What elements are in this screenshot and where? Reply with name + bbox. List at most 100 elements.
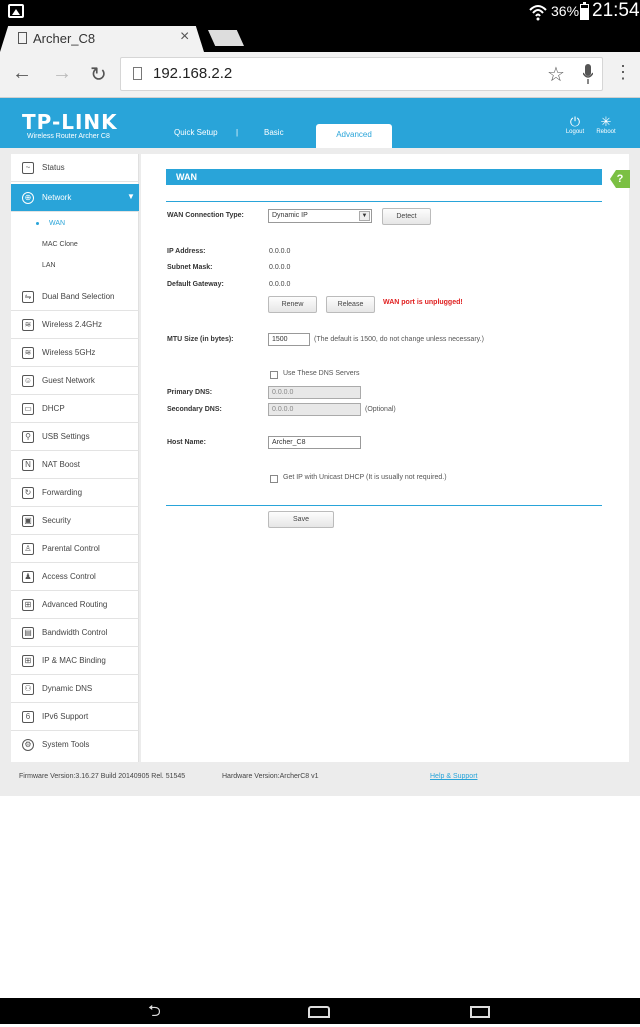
sidebar-item-parental-control[interactable]: ♙ Parental Control bbox=[11, 535, 139, 563]
forward-arrow-icon[interactable]: → bbox=[52, 62, 72, 85]
host-name-label: Host Name: bbox=[167, 439, 206, 446]
ip-address-label: IP Address: bbox=[167, 248, 206, 255]
sidebar-item-nat-boost[interactable]: N NAT Boost bbox=[11, 451, 139, 479]
android-status-bar: 36% 21:54 bbox=[0, 0, 640, 24]
close-tab-icon[interactable]: × bbox=[180, 28, 189, 46]
back-icon[interactable]: ⮌ bbox=[148, 1000, 161, 1027]
firmware-version: Firmware Version:3.16.27 Build 20140905 … bbox=[19, 773, 186, 780]
divider bbox=[166, 201, 602, 202]
usb-icon: ⚲ bbox=[22, 431, 34, 443]
release-button[interactable]: Release bbox=[326, 296, 375, 313]
new-tab-button[interactable] bbox=[208, 30, 244, 46]
sub-item-lan[interactable]: LAN bbox=[42, 262, 56, 269]
ipv6-icon: 6 bbox=[22, 711, 34, 723]
home-icon[interactable] bbox=[308, 1006, 330, 1018]
sidebar-item-access-control[interactable]: ♟ Access Control bbox=[11, 563, 139, 591]
reboot-icon: ✳ bbox=[600, 114, 612, 129]
forwarding-icon: ↻ bbox=[22, 487, 34, 499]
sidebar-item-wireless-24[interactable]: ≋ Wireless 2.4GHz bbox=[11, 311, 139, 339]
sidebar-item-label: Status bbox=[42, 163, 65, 172]
unicast-dhcp-label: Get IP with Unicast DHCP (It is usually … bbox=[283, 474, 447, 481]
microphone-icon[interactable] bbox=[583, 64, 593, 84]
help-support-link[interactable]: Help & Support bbox=[430, 773, 477, 780]
parental-icon: ♙ bbox=[22, 543, 34, 555]
sidebar-item-forwarding[interactable]: ↻ Forwarding bbox=[11, 479, 139, 507]
access-icon: ♟ bbox=[22, 571, 34, 583]
battery-percent: 36% bbox=[551, 3, 580, 19]
sidebar-item-dual-band[interactable]: ⇋ Dual Band Selection bbox=[11, 283, 139, 311]
reboot-button[interactable]: ✳ Reboot bbox=[591, 114, 621, 135]
sidebar-item-system-tools[interactable]: ⚙ System Tools bbox=[11, 731, 139, 759]
lock-icon: ▣ bbox=[22, 515, 34, 527]
address-bar[interactable]: 192.168.2.2 ☆ bbox=[120, 57, 603, 91]
secondary-dns-label: Secondary DNS: bbox=[167, 406, 222, 413]
primary-dns-label: Primary DNS: bbox=[167, 389, 213, 396]
logout-label: Logout bbox=[565, 129, 585, 135]
sidebar-item-label: Wireless 5GHz bbox=[42, 348, 96, 357]
connection-type-select[interactable]: Dynamic IP ▼ bbox=[268, 209, 372, 223]
sub-item-mac-clone[interactable]: MAC Clone bbox=[42, 241, 78, 248]
sidebar-item-wireless-5[interactable]: ≋ Wireless 5GHz bbox=[11, 339, 139, 367]
chevron-down-icon: ▼ bbox=[127, 192, 135, 201]
browser-toolbar: ← → ↻ 192.168.2.2 ☆ ⋮ bbox=[0, 52, 640, 98]
overflow-menu-icon[interactable]: ⋮ bbox=[614, 62, 632, 83]
chevron-down-icon: ▼ bbox=[359, 211, 370, 221]
mtu-note: (The default is 1500, do not change unle… bbox=[314, 336, 484, 343]
renew-button[interactable]: Renew bbox=[268, 296, 317, 313]
sidebar-item-network[interactable]: ⊕ Network ▼ bbox=[11, 184, 139, 212]
url-text[interactable]: 192.168.2.2 bbox=[153, 65, 232, 82]
connection-type-value: Dynamic IP bbox=[272, 212, 308, 219]
sidebar-item-usb[interactable]: ⚲ USB Settings bbox=[11, 423, 139, 451]
sidebar-item-dynamic-dns[interactable]: ⚇ Dynamic DNS bbox=[11, 675, 139, 703]
secondary-dns-input[interactable]: 0.0.0.0 bbox=[268, 403, 361, 416]
sub-item-wan[interactable]: WAN bbox=[36, 220, 65, 227]
use-dns-label: Use These DNS Servers bbox=[283, 370, 360, 377]
back-arrow-icon[interactable]: ← bbox=[12, 62, 32, 85]
sidebar-item-label: Wireless 2.4GHz bbox=[42, 320, 103, 329]
bookmark-star-icon[interactable]: ☆ bbox=[547, 62, 565, 87]
sidebar-item-label: Dynamic DNS bbox=[42, 684, 93, 693]
sidebar-item-label: Bandwidth Control bbox=[42, 628, 108, 637]
sub-item-label: LAN bbox=[42, 262, 56, 269]
router-model: Wireless Router Archer C8 bbox=[27, 133, 110, 140]
sidebar-item-label: Security bbox=[42, 516, 71, 525]
browser-tab-strip: Archer_C8 × bbox=[0, 24, 640, 52]
tab-basic[interactable]: Basic bbox=[264, 128, 284, 137]
sidebar-item-label: Advanced Routing bbox=[42, 600, 108, 609]
host-name-input[interactable]: Archer_C8 bbox=[268, 436, 361, 449]
bullet-icon bbox=[36, 221, 39, 225]
tab-advanced[interactable]: Advanced bbox=[316, 124, 392, 148]
recent-apps-icon[interactable] bbox=[470, 1006, 490, 1018]
browser-tab[interactable]: Archer_C8 × bbox=[0, 26, 204, 52]
gallery-notification-icon bbox=[8, 4, 24, 18]
sidebar-item-label: DHCP bbox=[42, 404, 65, 413]
default-gateway-value: 0.0.0.0 bbox=[269, 281, 291, 288]
detect-button[interactable]: Detect bbox=[382, 208, 431, 225]
sidebar-item-bandwidth-control[interactable]: ▤ Bandwidth Control bbox=[11, 619, 139, 647]
sidebar-item-ip-mac-binding[interactable]: ⊞ IP & MAC Binding bbox=[11, 647, 139, 675]
mtu-input[interactable]: 1500 bbox=[268, 333, 310, 346]
routing-icon: ⊞ bbox=[22, 599, 34, 611]
page-info-icon[interactable] bbox=[133, 67, 142, 80]
sidebar-item-label: IP & MAC Binding bbox=[42, 656, 106, 665]
clock: 21:54 bbox=[592, 0, 640, 21]
logout-button[interactable]: ⏻ Logout bbox=[560, 114, 590, 135]
unicast-dhcp-checkbox[interactable] bbox=[270, 475, 278, 483]
sidebar-item-guest-network[interactable]: ☺ Guest Network bbox=[11, 367, 139, 395]
save-button[interactable]: Save bbox=[268, 511, 334, 528]
primary-dns-input[interactable]: 0.0.0.0 bbox=[268, 386, 361, 399]
sidebar-item-security[interactable]: ▣ Security bbox=[11, 507, 139, 535]
optional-note: (Optional) bbox=[365, 406, 396, 413]
sidebar-item-dhcp[interactable]: ▭ DHCP bbox=[11, 395, 139, 423]
sidebar-item-label: Guest Network bbox=[42, 376, 95, 385]
use-dns-checkbox[interactable] bbox=[270, 371, 278, 379]
ddns-icon: ⚇ bbox=[22, 683, 34, 695]
tab-quick-setup[interactable]: Quick Setup bbox=[174, 128, 218, 137]
sidebar-item-advanced-routing[interactable]: ⊞ Advanced Routing bbox=[11, 591, 139, 619]
reload-icon[interactable]: ↻ bbox=[90, 62, 107, 87]
wan-unplugged-warning: WAN port is unplugged! bbox=[383, 299, 463, 306]
nat-icon: N bbox=[22, 459, 34, 471]
sidebar-item-status[interactable]: ~ Status bbox=[11, 154, 139, 182]
tab-separator: | bbox=[236, 128, 239, 137]
sidebar-item-ipv6[interactable]: 6 IPv6 Support bbox=[11, 703, 139, 731]
